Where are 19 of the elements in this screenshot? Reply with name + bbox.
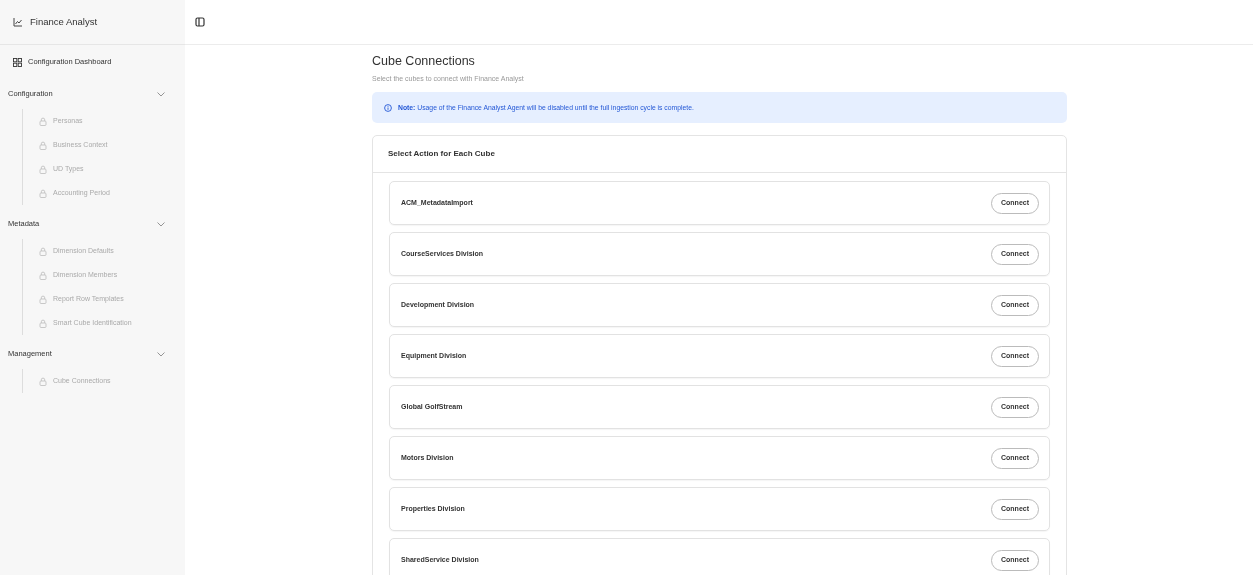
lock-icon	[39, 376, 47, 386]
lock-icon	[39, 164, 47, 174]
lock-icon	[39, 116, 47, 126]
chevron-icon	[157, 221, 165, 227]
dashboard-icon	[13, 57, 22, 67]
sidebar-toggle-icon[interactable]	[195, 17, 205, 27]
chevron-icon	[157, 351, 165, 357]
lock-icon	[39, 318, 47, 328]
lock-icon	[39, 270, 47, 280]
lock-icon	[39, 188, 47, 198]
info-icon	[384, 103, 392, 112]
card-title: Select Action for Each Cube	[388, 148, 495, 161]
app-title: Finance Analyst	[30, 14, 98, 29]
lock-icon	[39, 294, 47, 304]
chart-icon	[13, 17, 23, 27]
lock-icon	[39, 246, 47, 256]
chevron-icon	[157, 91, 165, 97]
page-title: Cube Connections	[372, 53, 476, 70]
lock-icon	[39, 140, 47, 150]
